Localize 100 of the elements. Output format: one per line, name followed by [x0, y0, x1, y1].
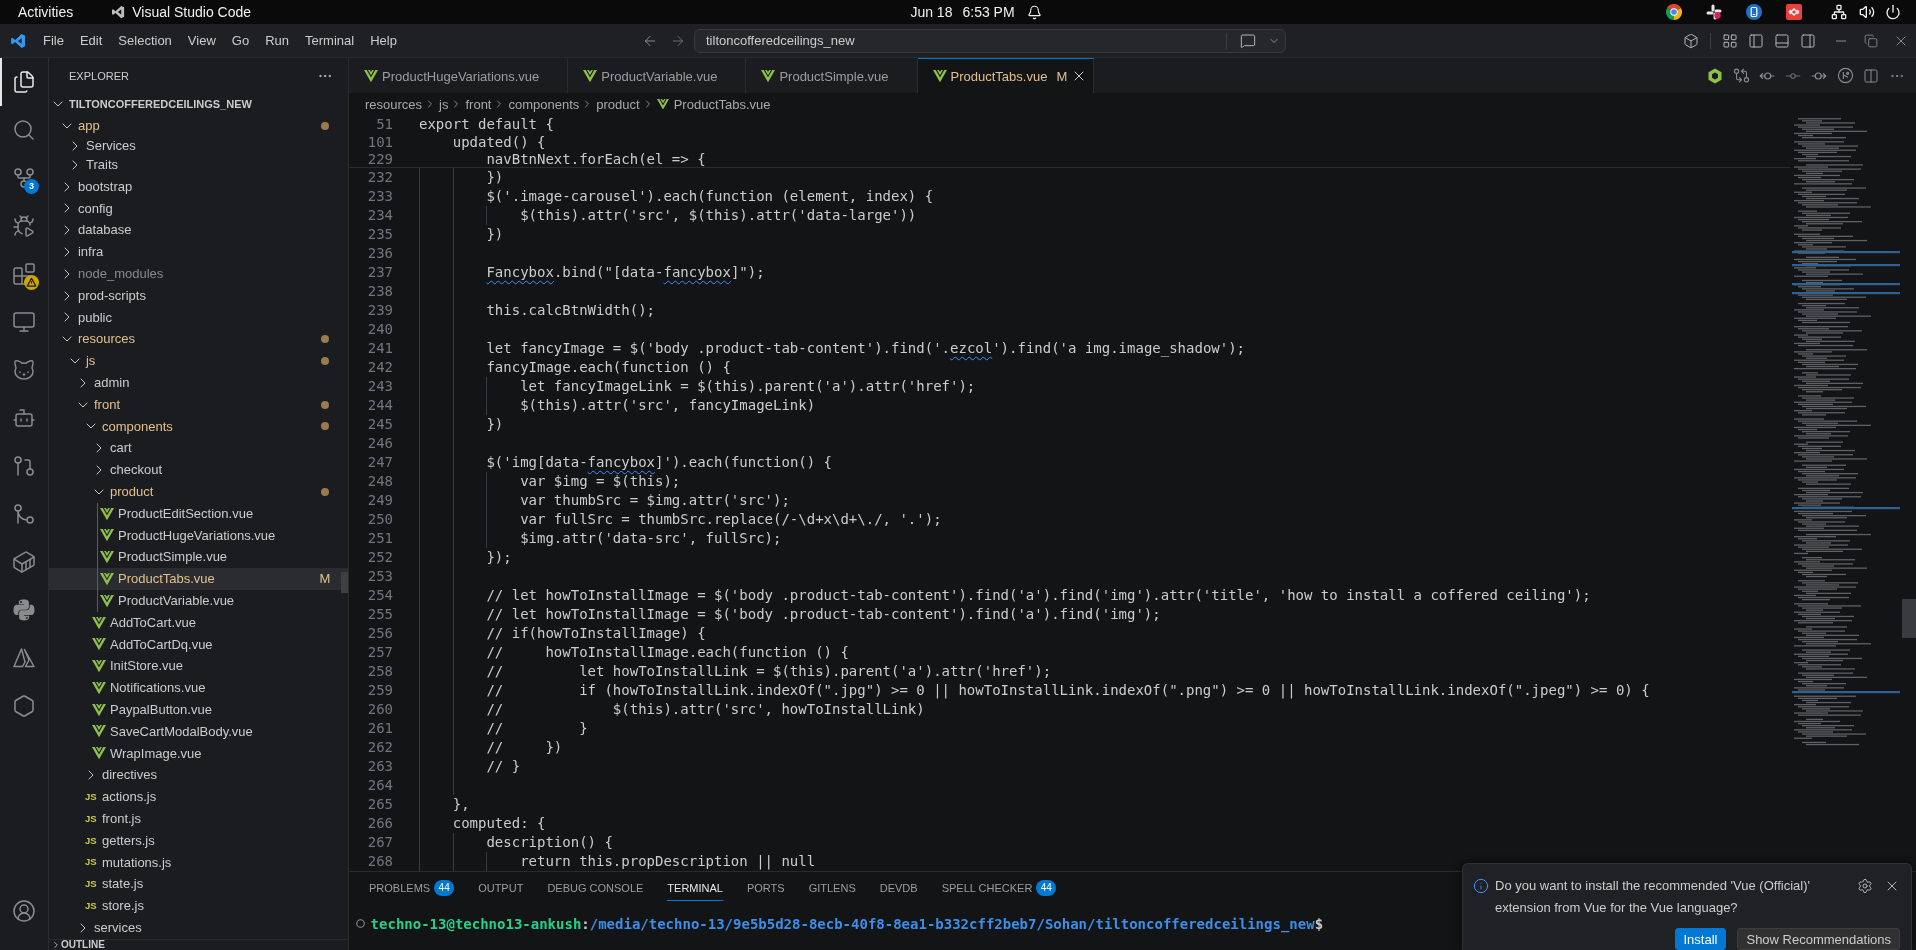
js-file-label: JS	[83, 878, 98, 891]
menu-item[interactable]: Selection	[110, 29, 180, 52]
pinwheel-icon[interactable]	[1706, 4, 1722, 20]
breadcrumb-item[interactable]: resources	[365, 96, 423, 112]
app-icon	[111, 5, 126, 19]
line-number: 267	[367, 833, 393, 852]
triangle-icon[interactable]	[12, 646, 36, 670]
time-label[interactable]: 6:53 PM	[962, 2, 1015, 22]
vue-file-icon	[91, 660, 106, 673]
breadcrumb-item[interactable]: ProductTabs.vue	[656, 96, 771, 112]
scrollbar-thumb[interactable]	[1902, 599, 1916, 638]
merge-icon[interactable]	[12, 502, 36, 526]
vue-file-icon	[91, 703, 106, 716]
vue-file-icon	[99, 572, 114, 586]
menu-item[interactable]: Go	[223, 29, 258, 52]
vue-file-icon	[761, 69, 776, 83]
network-icon[interactable]	[1831, 4, 1847, 20]
snakes-icon[interactable]	[12, 598, 36, 622]
panel-tab[interactable]: PROBLEMS 44	[369, 878, 455, 901]
bell-icon[interactable]	[1026, 4, 1042, 20]
panel-tab[interactable]: DEBUG CONSOLE	[547, 878, 644, 901]
editor-tab[interactable]: ProductTabs.vue M	[917, 58, 1095, 93]
line-number: 247	[367, 453, 393, 472]
minimap-drawing[interactable]	[1790, 116, 1902, 748]
line-number: 263	[367, 757, 393, 776]
restore-icon[interactable]	[1864, 33, 1878, 48]
activities-button[interactable]: Activities	[18, 2, 74, 22]
line-number: 245	[367, 415, 393, 434]
breadcrumb-item[interactable]: components	[508, 96, 580, 112]
blocks-icon[interactable]	[12, 262, 36, 286]
color-wheel-icon[interactable]	[1666, 4, 1682, 20]
breadcrumb-item[interactable]: front	[465, 96, 492, 112]
line-number: 101	[367, 134, 393, 151]
split-editor-icon[interactable]	[1863, 67, 1879, 84]
section-header[interactable]: OUTLINE	[49, 939, 348, 950]
line-number: 255	[367, 605, 393, 624]
files-icon[interactable]	[12, 70, 36, 94]
sidebar-title: EXPLORER	[69, 69, 129, 82]
chevron-right-icon[interactable]	[51, 940, 61, 950]
line-number: 264	[367, 776, 393, 795]
breadcrumb-item[interactable]: product	[596, 96, 640, 112]
circle-icon	[356, 919, 365, 928]
layout-icon[interactable]	[1722, 32, 1738, 49]
line-number: 237	[367, 263, 393, 282]
app-logo-icon[interactable]	[10, 32, 26, 49]
sidebar-toggle-icon[interactable]	[1748, 32, 1764, 49]
line-number: 239	[367, 301, 393, 320]
hexagon-badge-icon[interactable]	[1707, 67, 1723, 84]
menu-item[interactable]: View	[179, 29, 224, 52]
date-label[interactable]: Jun 18	[910, 2, 953, 22]
menu-item[interactable]: Help	[362, 29, 405, 52]
monitor-icon[interactable]	[12, 310, 36, 334]
compare-arrows-icon[interactable]	[1732, 67, 1750, 84]
action-button[interactable]: Show Recommendations	[1737, 928, 1900, 950]
line-number: 236	[367, 244, 393, 263]
line-number: 253	[367, 567, 393, 586]
action-button[interactable]: Install	[1674, 928, 1727, 950]
line-number: 257	[367, 643, 393, 662]
panel-tab[interactable]: SPELL CHECKER 44	[941, 878, 1057, 901]
panel-toggle-icon[interactable]	[1774, 32, 1790, 49]
chat-bubble-icon[interactable]	[1239, 32, 1256, 49]
container-icon[interactable]	[12, 550, 36, 574]
js-file-label: JS	[83, 856, 98, 869]
robot-icon[interactable]	[12, 406, 36, 430]
settings-icon[interactable]	[1857, 878, 1873, 894]
hexagon-icon[interactable]	[12, 694, 36, 718]
vue-file-icon	[99, 551, 114, 564]
menu-item[interactable]: Run	[257, 29, 297, 52]
search-icon[interactable]	[12, 118, 36, 142]
js-file-label: JS	[83, 834, 98, 847]
menu-item[interactable]: Terminal	[297, 29, 363, 52]
command-center[interactable]: tiltoncofferedceilings_new	[694, 28, 1286, 53]
power-icon[interactable]	[1885, 4, 1901, 20]
menu-item[interactable]: Edit	[71, 29, 111, 52]
panel-tab[interactable]: PORTS	[746, 878, 785, 901]
user-icon[interactable]	[12, 899, 36, 923]
vue-file-icon	[656, 98, 669, 110]
circled-branch-icon[interactable]	[1836, 67, 1854, 84]
diamond-tile-icon[interactable]	[1786, 4, 1802, 20]
panel-tab[interactable]: OUTPUT	[478, 878, 524, 901]
bug-play-icon[interactable]	[12, 214, 36, 238]
folder-header[interactable]: TILTONCOFFEREDCEILINGS_NEW	[49, 93, 348, 115]
vue-file-icon	[99, 594, 114, 607]
panel-tab[interactable]: GITLENS	[808, 878, 856, 901]
branch-icon[interactable]	[12, 166, 36, 190]
vue-file-icon	[932, 69, 947, 83]
panel-tab[interactable]: DEVDB	[879, 878, 918, 901]
phone-circle-icon[interactable]	[1746, 4, 1762, 20]
volume-icon[interactable]	[1859, 4, 1875, 20]
cat-icon[interactable]	[12, 358, 36, 382]
cube-icon[interactable]	[1683, 32, 1699, 49]
menu-item[interactable]: File	[35, 29, 72, 52]
breadcrumb-item[interactable]: js	[439, 96, 449, 112]
tree-item[interactable]: ProductTabs.vue M	[49, 568, 348, 590]
panel-tab[interactable]: TERMINAL	[667, 878, 723, 901]
line-number: 248	[367, 472, 393, 491]
scrollbar-thumb[interactable]	[341, 572, 348, 593]
pull-request-icon[interactable]	[12, 454, 36, 478]
vue-file-icon	[91, 747, 106, 760]
secondary-sidebar-toggle-icon[interactable]	[1800, 32, 1816, 49]
